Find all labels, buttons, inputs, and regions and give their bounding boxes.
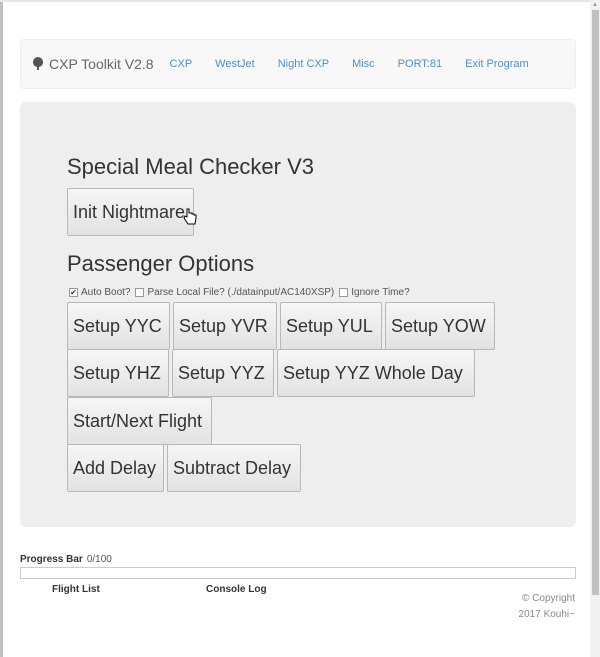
console-log-heading: Console Log: [206, 584, 267, 595]
copyright-line-1: © Copyright: [522, 593, 575, 604]
init-nightmare-button[interactable]: Init Nightmare: [67, 188, 194, 236]
setup-yyz-button[interactable]: Setup YYZ: [172, 349, 274, 397]
nav-link-night-cxp[interactable]: Night CXP: [278, 58, 329, 70]
progress-label: Progress Bar 0/100: [20, 554, 112, 565]
parse-local-file-label: Parse Local File? (./datainput/AC140XSP): [147, 287, 335, 298]
start-next-flight-button[interactable]: Start/Next Flight: [67, 397, 212, 445]
subtract-delay-button[interactable]: Subtract Delay: [167, 444, 301, 492]
navbar: CXP Toolkit V2.8 CXP WestJet Night CXP M…: [20, 39, 576, 89]
progress-bar: [20, 567, 576, 579]
auto-boot-label: Auto Boot?: [81, 287, 131, 298]
hand-pointer-cursor-icon: [183, 208, 197, 225]
nav-link-cxp[interactable]: CXP: [170, 58, 193, 70]
setup-yow-button[interactable]: Setup YOW: [385, 302, 495, 350]
add-delay-button[interactable]: Add Delay: [67, 444, 164, 492]
window-border: [0, 0, 3, 657]
flight-list-heading: Flight List: [52, 584, 100, 595]
vertical-scrollbar[interactable]: ▲: [590, 0, 600, 657]
brand-title: CXP Toolkit V2.8: [49, 56, 154, 72]
progress-value: 0/100: [86, 554, 112, 565]
setup-yyc-button[interactable]: Setup YYC: [67, 302, 170, 350]
nav-link-westjet[interactable]: WestJet: [215, 58, 255, 70]
tree-icon: [33, 57, 43, 71]
progress-title: Progress Bar: [20, 554, 83, 565]
ignore-time-label: Ignore Time?: [351, 287, 410, 298]
passenger-options: ✔ Auto Boot? Parse Local File? (./datain…: [67, 287, 413, 298]
setup-yul-button[interactable]: Setup YUL: [280, 302, 382, 350]
auto-boot-checkbox[interactable]: ✔: [69, 288, 78, 297]
brand[interactable]: CXP Toolkit V2.8: [21, 56, 154, 72]
nav-link-misc[interactable]: Misc: [352, 58, 375, 70]
copyright-line-2: 2017 Kouhi~: [518, 609, 575, 620]
copyright: © Copyright 2017 Kouhi~: [519, 591, 575, 623]
setup-yyz-whole-day-button[interactable]: Setup YYZ Whole Day: [277, 349, 475, 397]
scroll-up-arrow-icon[interactable]: ▲: [591, 2, 599, 8]
nav-link-exit-program[interactable]: Exit Program: [465, 58, 529, 70]
setup-yvr-button[interactable]: Setup YVR: [173, 302, 277, 350]
page-title: Special Meal Checker V3: [67, 154, 315, 179]
setup-yhz-button[interactable]: Setup YHZ: [67, 349, 169, 397]
scrollbar-thumb[interactable]: [592, 10, 599, 595]
nav-link-port[interactable]: PORT:81: [398, 58, 442, 70]
ignore-time-checkbox[interactable]: [339, 288, 349, 297]
parse-local-file-checkbox[interactable]: [135, 288, 145, 297]
passenger-options-heading: Passenger Options: [67, 251, 255, 276]
window-top-border: [0, 0, 600, 2]
